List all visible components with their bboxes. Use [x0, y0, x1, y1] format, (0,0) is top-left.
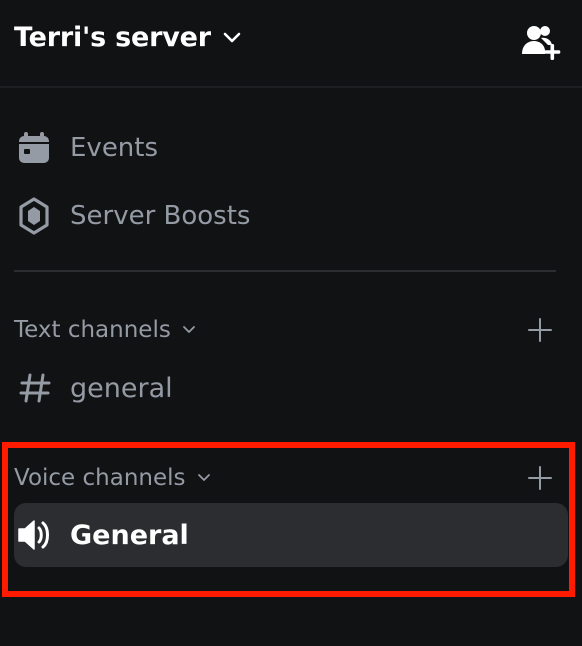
channel-general-text[interactable]: general	[14, 356, 568, 420]
channel-general-voice[interactable]: General	[14, 503, 568, 567]
server-title: Terri's server	[14, 22, 211, 53]
chevron-down-icon	[181, 322, 197, 338]
speaker-icon	[16, 516, 54, 554]
hash-icon	[16, 369, 54, 407]
voice-channels-toggle[interactable]: Voice channels	[14, 465, 212, 491]
server-boosts-menu-item[interactable]: Server Boosts	[14, 192, 554, 240]
voice-channels-label: Voice channels	[14, 465, 186, 491]
create-voice-channel-button[interactable]	[526, 464, 554, 492]
chevron-down-icon	[221, 27, 243, 49]
text-channels-category: Text channels	[14, 312, 554, 348]
server-header: Terri's server	[0, 0, 582, 88]
section-divider	[14, 270, 556, 272]
create-text-channel-button[interactable]	[526, 316, 554, 344]
plus-icon	[526, 318, 554, 348]
channel-sidebar: Terri's server Events Server Boosts Text…	[0, 0, 582, 646]
channel-general-voice-label: General	[70, 519, 189, 551]
events-label: Events	[70, 133, 159, 163]
text-channels-toggle[interactable]: Text channels	[14, 317, 197, 343]
events-menu-item[interactable]: Events	[14, 124, 554, 172]
text-channels-label: Text channels	[14, 317, 171, 343]
server-name-dropdown[interactable]: Terri's server	[14, 22, 243, 53]
plus-icon	[526, 466, 554, 496]
chevron-down-icon	[196, 470, 212, 486]
channel-general-text-label: general	[70, 372, 173, 404]
boost-gem-icon	[14, 196, 54, 236]
server-boosts-label: Server Boosts	[70, 201, 251, 231]
voice-channels-category: Voice channels	[14, 460, 554, 496]
add-member-icon	[520, 26, 562, 66]
calendar-icon	[14, 128, 54, 168]
invite-people-button[interactable]	[520, 24, 562, 62]
